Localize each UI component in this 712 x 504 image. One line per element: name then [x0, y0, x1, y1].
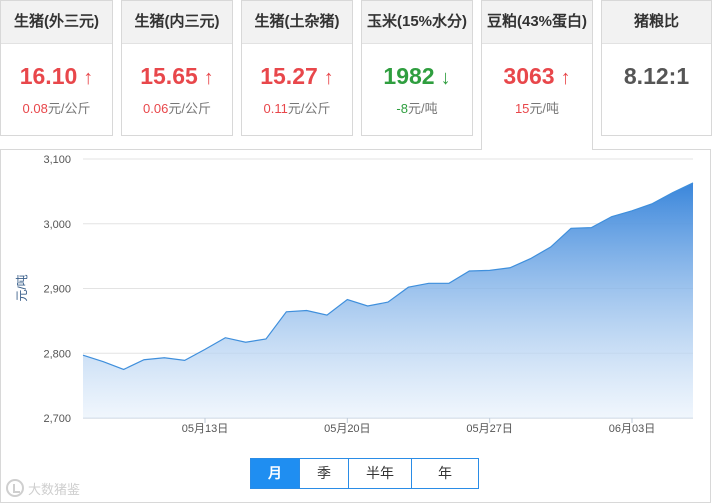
range-season-button[interactable]: 季 [299, 458, 349, 489]
data-point [651, 203, 653, 205]
card-title: 生猪(外三元) [1, 1, 112, 44]
data-point [387, 301, 389, 303]
card-change: -8元/吨 [396, 101, 438, 116]
y-tick-label: 3,000 [43, 219, 71, 231]
data-point [326, 314, 328, 316]
x-tick-labels: 05月13日 05月20日 05月27日 06月03日 [182, 418, 655, 435]
arrow-up-icon: ↑ [323, 67, 334, 89]
card-corn[interactable]: 玉米(15%水分) 1982 ↓ -8元/吨 [361, 0, 473, 136]
data-point [448, 282, 450, 284]
y-tick-label: 3,100 [43, 154, 71, 166]
card-title: 玉米(15%水分) [362, 1, 472, 44]
watermark: 大数猪鉴 [6, 476, 80, 500]
card-pig-inner[interactable]: 生猪(内三元) 15.65 ↑ 0.06元/公斤 [121, 0, 233, 136]
card-price: 1982 ↓ [383, 63, 451, 89]
card-price: 16.10 ↑ [19, 63, 94, 89]
card-price: 3063 ↑ [503, 63, 571, 89]
card-price: 15.65 ↑ [140, 63, 214, 89]
data-point [143, 359, 145, 361]
y-tick-label: 2,800 [43, 348, 71, 360]
y-tick-label: 2,700 [43, 413, 71, 425]
data-point [550, 246, 552, 248]
data-point [82, 354, 84, 356]
range-month-button[interactable]: 月 [250, 458, 300, 489]
area-layer [82, 182, 694, 418]
arrow-up-icon: ↑ [560, 67, 571, 89]
arrow-up-icon: ↑ [203, 67, 214, 89]
card-pig-grain-ratio[interactable]: 猪粮比 8.12:1 [601, 0, 712, 136]
data-point [489, 269, 491, 271]
card-change: 15元/吨 [514, 101, 560, 116]
card-title: 豆粕(43%蛋白) [482, 1, 592, 44]
price-area-chart: 2,7002,8002,9003,0003,100 05月13日 05月20日 05… [15, 154, 694, 435]
card-pig-local[interactable]: 生猪(土杂猪) 15.27 ↑ 0.11元/公斤 [241, 0, 353, 136]
data-point [265, 338, 267, 340]
data-point [102, 361, 104, 363]
arrow-up-icon: ↑ [83, 67, 94, 89]
data-point [123, 368, 125, 370]
card-pig-outer[interactable]: 生猪(外三元) 16.10 ↑ 0.08元/公斤 [0, 0, 113, 136]
y-tick-labels: 2,700 2,800 2,900 3,000 3,100 [43, 154, 71, 425]
data-point [692, 182, 694, 184]
x-tick-label: 05月27日 [466, 423, 512, 435]
watermark-text: 大数猪鉴 [28, 481, 81, 497]
card-price: 8.12:1 [623, 63, 690, 89]
data-point [590, 227, 592, 229]
card-title: 猪粮比 [602, 1, 711, 44]
data-point [611, 216, 613, 218]
data-point [184, 359, 186, 361]
data-point [285, 311, 287, 313]
card-soymeal[interactable]: 豆粕(43%蛋白) 3063 ↑ 15元/吨 [481, 0, 593, 150]
card-title: 生猪(土杂猪) [242, 1, 352, 44]
range-year-button[interactable]: 年 [411, 458, 479, 489]
y-tick-label: 2,900 [43, 284, 71, 296]
data-point [570, 227, 572, 229]
area-fill [83, 182, 693, 418]
card-title: 生猪(内三元) [122, 1, 232, 44]
range-half-year-button[interactable]: 半年 [348, 458, 412, 489]
chart-panel: 2,700 2,800 2,900 3,000 3,100 05月13日 05月20日 05… [0, 149, 711, 503]
data-point [224, 337, 226, 339]
arrow-down-icon: ↓ [440, 67, 451, 89]
x-tick-label: 06月03日 [609, 423, 655, 435]
x-tick-label: 05月20日 [324, 423, 370, 435]
data-point [631, 210, 633, 212]
data-point [367, 305, 369, 307]
data-point [204, 348, 206, 350]
data-point [428, 282, 430, 284]
card-change: 0.08元/公斤 [22, 101, 91, 116]
data-point [245, 341, 247, 343]
x-tick-label: 05月13日 [182, 423, 228, 435]
data-point [468, 270, 470, 272]
data-point [529, 258, 531, 260]
data-point [672, 192, 674, 194]
range-selector: 月 季 半年 年 [250, 458, 479, 489]
data-point [346, 299, 348, 301]
data-point [306, 310, 308, 312]
card-price: 15.27 ↑ [260, 63, 334, 89]
data-point [163, 357, 165, 359]
card-change: 0.11元/公斤 [263, 101, 331, 116]
logo-icon [6, 479, 24, 497]
y-axis-label: 元/吨 [15, 274, 29, 301]
price-cards: 生猪(外三元) 16.10 ↑ 0.08元/公斤 生猪(内三元) 15.65 ↑ 0… [0, 0, 712, 150]
card-change: 0.06元/公斤 [143, 101, 211, 116]
data-point [407, 286, 409, 288]
data-point [509, 267, 511, 269]
